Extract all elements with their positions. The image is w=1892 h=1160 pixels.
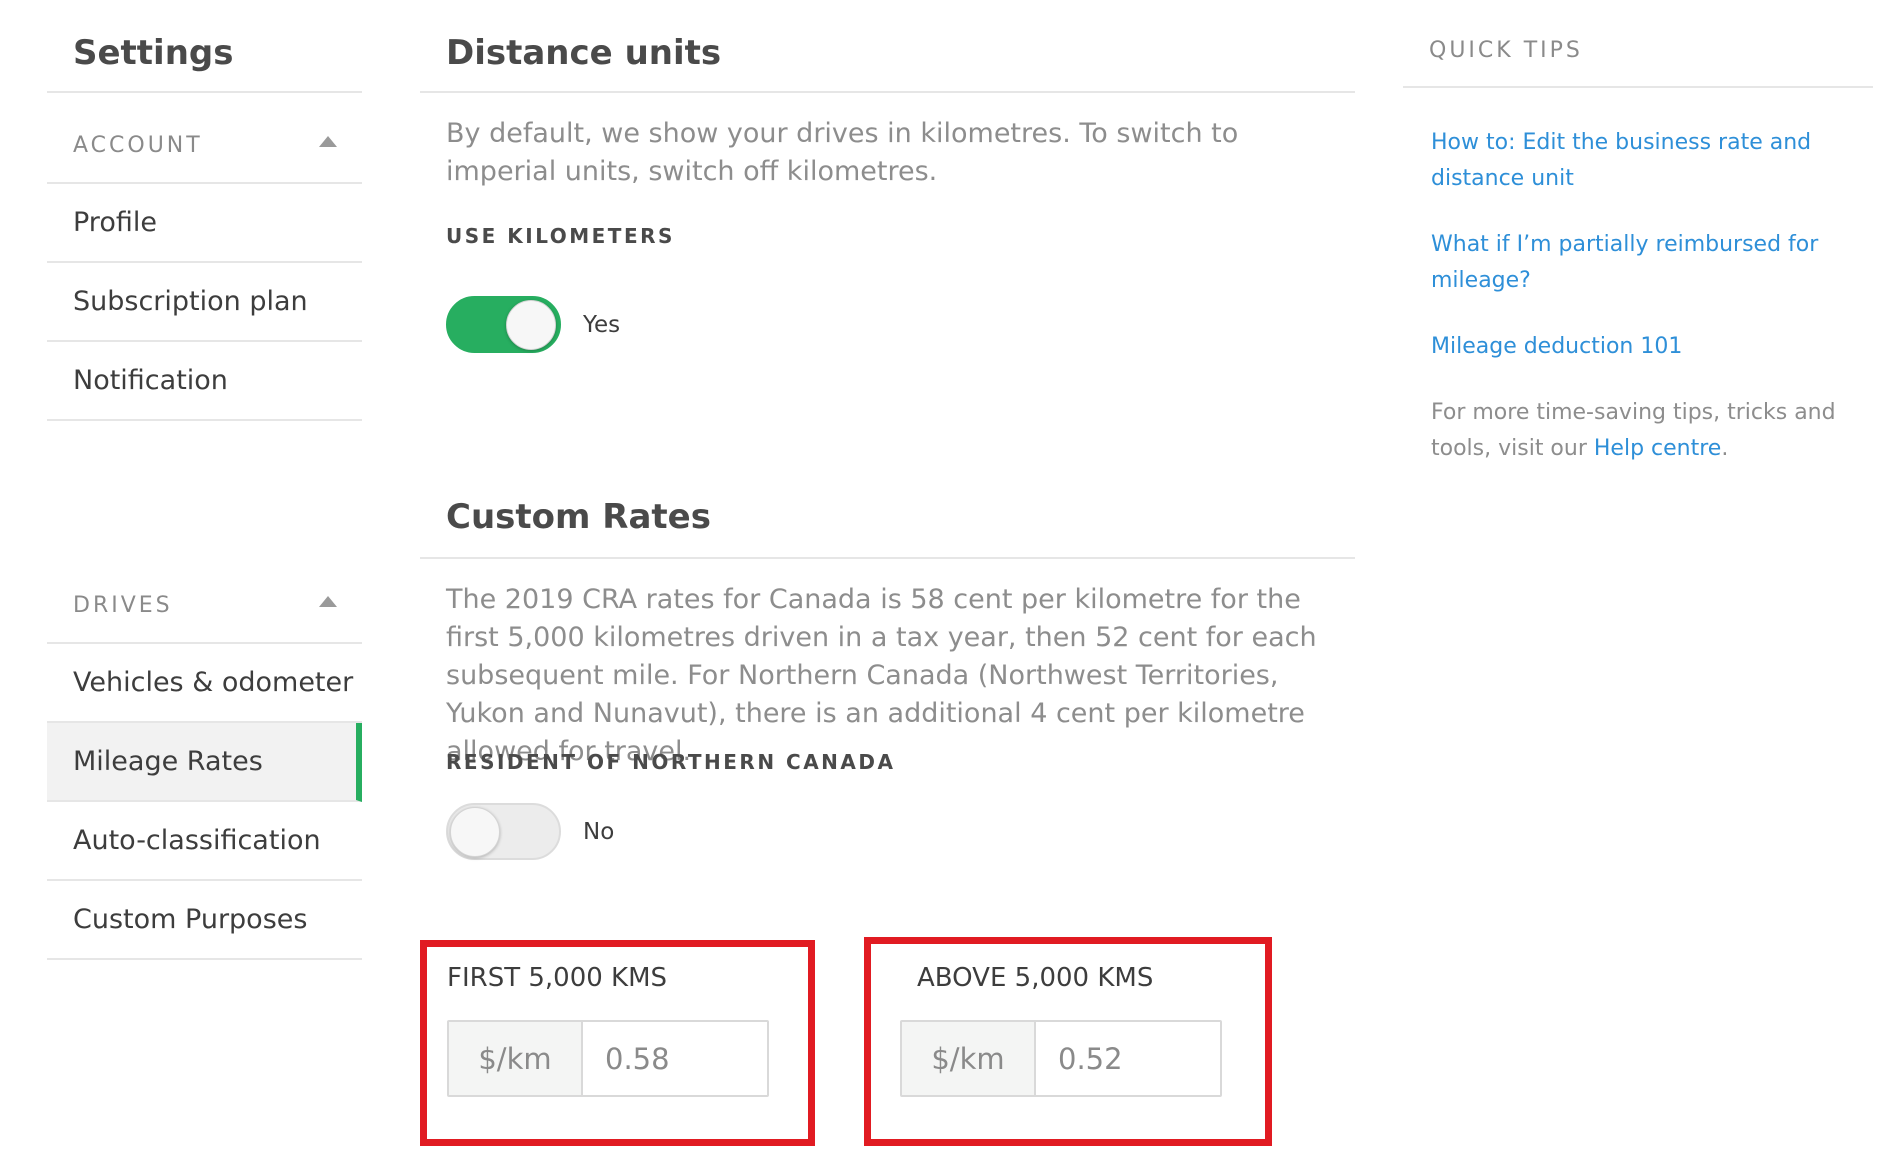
sidebar-item-custom-purposes[interactable]: Custom Purposes <box>47 881 362 960</box>
settings-page: Settings ACCOUNT Profile Subscription pl… <box>0 0 1892 1160</box>
tips-help-note: For more time-saving tips, tricks and to… <box>1403 395 1873 467</box>
quick-tips-title: QUICK TIPS <box>1403 0 1873 88</box>
use-kilometers-label: USE KILOMETERS <box>446 224 675 248</box>
northern-canada-state: No <box>583 818 615 845</box>
above-rate-input-group: $/km 0.52 <box>900 1020 1222 1097</box>
first-rate-input[interactable]: 0.58 <box>583 1022 767 1095</box>
sidebar-item-vehicles-odometer[interactable]: Vehicles & odometer <box>47 644 362 723</box>
northern-canada-label: RESIDENT OF NORTHERN CANADA <box>446 750 896 774</box>
first-rate-input-group: $/km 0.58 <box>447 1020 769 1097</box>
collapse-caret-icon[interactable] <box>319 136 337 147</box>
collapse-caret-icon[interactable] <box>319 596 337 607</box>
tips-note-period: . <box>1721 436 1729 461</box>
sidebar-item-mileage-rates[interactable]: Mileage Rates <box>47 723 362 802</box>
sidebar-item-profile[interactable]: Profile <box>47 184 362 263</box>
custom-rates-title: Custom Rates <box>420 470 1355 559</box>
toggle-knob <box>450 807 500 857</box>
distance-units-title: Distance units <box>420 0 1355 93</box>
tip-link-edit-business-rate[interactable]: How to: Edit the business rate and dista… <box>1403 125 1873 197</box>
drives-section-label: DRIVES <box>73 593 173 618</box>
settings-sidebar: Settings ACCOUNT Profile Subscription pl… <box>47 0 362 960</box>
first-rate-label: FIRST 5,000 KMS <box>447 963 668 993</box>
first-rate-unit: $/km <box>449 1022 583 1095</box>
main-content: Distance units By default, we show your … <box>420 0 1355 860</box>
help-centre-link[interactable]: Help centre <box>1594 436 1721 461</box>
custom-rates-description: The 2019 CRA rates for Canada is 58 cent… <box>446 584 1317 767</box>
above-rate-input[interactable]: 0.52 <box>1036 1022 1220 1095</box>
sidebar-item-notification[interactable]: Notification <box>47 342 362 421</box>
drives-section-header[interactable]: DRIVES <box>47 553 362 644</box>
northern-canada-toggle[interactable] <box>446 803 561 860</box>
use-kilometers-row: Yes <box>420 296 1355 353</box>
above-rate-unit: $/km <box>902 1022 1036 1095</box>
account-section-label: ACCOUNT <box>73 133 203 158</box>
account-section-header[interactable]: ACCOUNT <box>47 93 362 184</box>
tip-link-partially-reimbursed[interactable]: What if I’m partially reimbursed for mil… <box>1403 227 1873 299</box>
northern-canada-row: No <box>420 803 1355 860</box>
quick-tips-panel: QUICK TIPS How to: Edit the business rat… <box>1403 0 1873 467</box>
use-kilometers-toggle[interactable] <box>446 296 561 353</box>
tip-link-mileage-deduction[interactable]: Mileage deduction 101 <box>1403 329 1873 365</box>
use-kilometers-state: Yes <box>583 311 621 338</box>
sidebar-item-auto-classification[interactable]: Auto-classification <box>47 802 362 881</box>
sidebar-title: Settings <box>47 0 362 93</box>
above-rate-label: ABOVE 5,000 KMS <box>917 963 1154 993</box>
toggle-knob <box>506 300 556 350</box>
distance-units-description: By default, we show your drives in kilom… <box>446 118 1239 187</box>
sidebar-item-subscription-plan[interactable]: Subscription plan <box>47 263 362 342</box>
